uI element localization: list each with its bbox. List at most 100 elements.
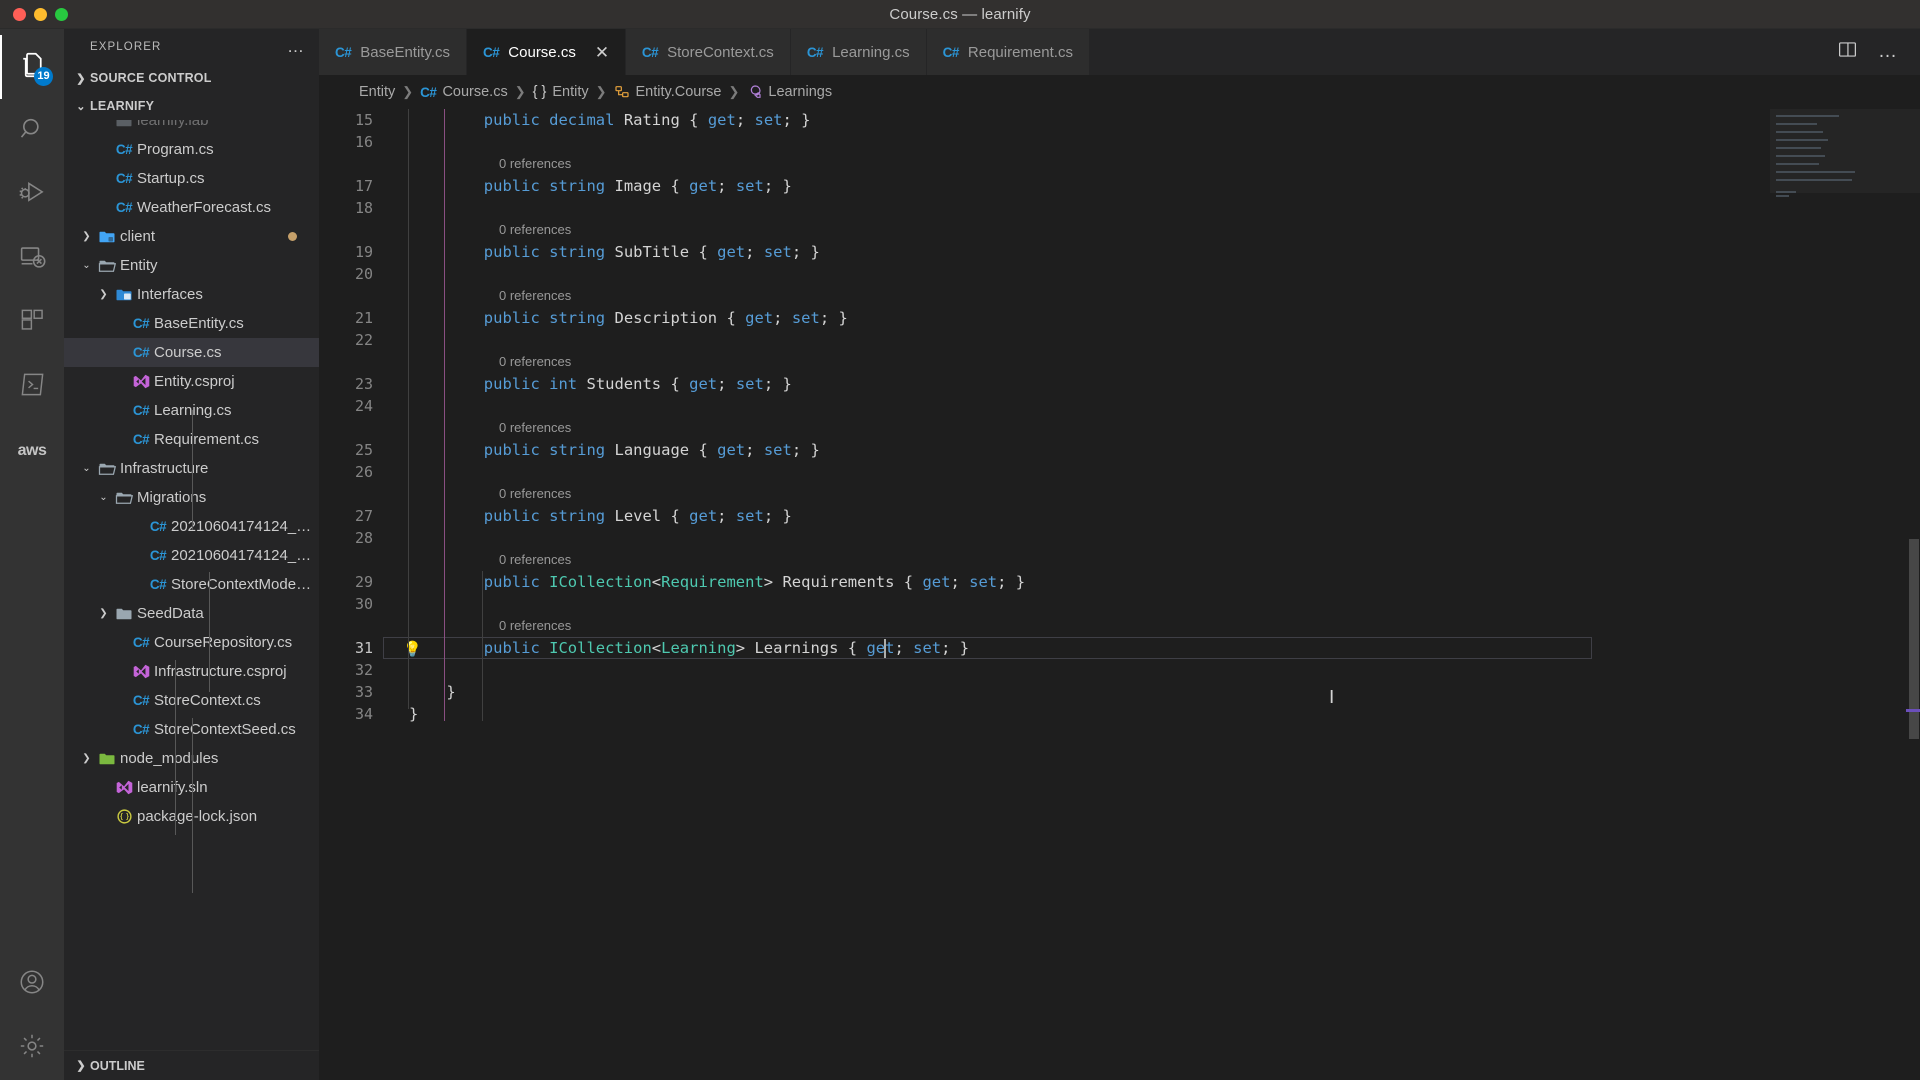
activity-item-run-and-debug[interactable] xyxy=(0,163,64,227)
code-line[interactable]: 27 public string Level { get; set; } xyxy=(319,505,1770,527)
bracket-pair-guide xyxy=(444,109,446,721)
code-line[interactable]: 31 💡 public ICollection<Learning> Learning… xyxy=(319,637,1770,659)
code-line[interactable]: 18 xyxy=(319,197,1770,219)
minimap[interactable] xyxy=(1770,109,1920,1080)
editor-tab-label: Learning.cs xyxy=(832,43,910,61)
chevron-down-icon[interactable]: ⌄ xyxy=(79,463,94,474)
editor-tab[interactable]: C# BaseEntity.cs xyxy=(319,29,468,75)
close-icon[interactable]: ✕ xyxy=(595,44,609,61)
activity-item-extensions[interactable] xyxy=(0,291,64,355)
close-window-button[interactable] xyxy=(13,7,26,21)
quick-fix-lightbulb-icon[interactable]: 💡 xyxy=(403,638,422,660)
codelens-references[interactable]: 0 references xyxy=(499,615,571,637)
tree-item-label: learnify.sln xyxy=(137,779,208,796)
breadcrumb-item[interactable]: Learnings xyxy=(746,84,832,100)
chevron-down-icon[interactable]: ⌄ xyxy=(79,260,94,271)
code-line[interactable]: 22 xyxy=(319,329,1770,351)
codelens-references[interactable]: 0 references xyxy=(499,483,571,505)
code-line[interactable]: 24 xyxy=(319,395,1770,417)
code-line[interactable]: 20 xyxy=(319,263,1770,285)
code-token: > xyxy=(763,573,783,591)
sidebar-section-learnify[interactable]: ⌄ LEARNIFY xyxy=(64,92,319,120)
code-line[interactable]: 32 xyxy=(319,659,1770,681)
codelens-references[interactable]: 0 references xyxy=(499,417,571,439)
chevron-down-icon[interactable]: ⌄ xyxy=(96,492,111,503)
code-line[interactable]: 28 xyxy=(319,527,1770,549)
sidebar-section-outline[interactable]: ❯ OUTLINE xyxy=(64,1050,319,1080)
ellipsis-icon[interactable]: … xyxy=(1878,42,1898,61)
breadcrumb-item[interactable]: C# Course.cs xyxy=(420,84,508,100)
tree-file-row[interactable]: C# Program.cs xyxy=(64,135,319,164)
editor-tab[interactable]: C# StoreContext.cs xyxy=(625,29,791,75)
split-editor-icon[interactable] xyxy=(1837,39,1858,65)
tree-file-row[interactable]: Infrastructure.csproj xyxy=(64,657,319,686)
tree-file-row[interactable]: C# CourseRepository.cs xyxy=(64,628,319,657)
line-number: 32 xyxy=(354,661,373,679)
activity-item-terminal[interactable] xyxy=(0,355,64,419)
tree-file-row[interactable]: C# Startup.cs xyxy=(64,164,319,193)
code-line[interactable]: 21 public string Description { get; set; … xyxy=(319,307,1770,329)
code-line[interactable]: 33} xyxy=(319,681,1770,703)
overview-ruler-mark xyxy=(1906,709,1920,712)
activity-item-aws-toolkit[interactable]: aws xyxy=(0,419,64,483)
tree-file-row[interactable]: C# StoreContext.cs xyxy=(64,686,319,715)
file-tree[interactable]: learnify.lab C# Program.cs C# Startup.cs C# We… xyxy=(64,120,319,1050)
maximize-window-button[interactable] xyxy=(55,7,68,21)
tree-file-row[interactable]: C# StoreContextMode… xyxy=(64,570,319,599)
breadcrumb-item[interactable]: Entity xyxy=(359,84,395,100)
code-line[interactable]: 15 public decimal Rating { get; set; } xyxy=(319,109,1770,131)
chevron-right-icon[interactable]: ❯ xyxy=(79,753,94,764)
code-line[interactable]: 26 xyxy=(319,461,1770,483)
codelens-references[interactable]: 0 references xyxy=(499,351,571,373)
tree-file-row[interactable]: C# WeatherForecast.cs xyxy=(64,193,319,222)
code-editor[interactable]: 15 public decimal Rating { get; set; } 16 0… xyxy=(319,109,1770,1080)
tree-folder-row[interactable]: ⌄ Entity xyxy=(64,251,319,280)
tree-folder-row[interactable]: ❯ Interfaces xyxy=(64,280,319,309)
tree-file-row[interactable]: C# 20210604174124_… xyxy=(64,541,319,570)
code-line[interactable]: 25 public string Language { get; set; } xyxy=(319,439,1770,461)
chevron-right-icon[interactable]: ❯ xyxy=(79,231,94,242)
tree-folder-row[interactable]: ❯ client xyxy=(64,222,319,251)
code-line[interactable]: 30 xyxy=(319,593,1770,615)
chevron-right-icon[interactable]: ❯ xyxy=(96,608,111,619)
codelens-references[interactable]: 0 references xyxy=(499,153,571,175)
tree-file-row[interactable]: C# BaseEntity.cs xyxy=(64,309,319,338)
codelens-references[interactable]: 0 references xyxy=(499,285,571,307)
window-controls[interactable] xyxy=(0,7,68,21)
activity-item-explorer[interactable]: 19 xyxy=(0,35,64,99)
code-line[interactable]: 34} xyxy=(319,703,1770,725)
code-line[interactable]: 19 public string SubTitle { get; set; } xyxy=(319,241,1770,263)
breadcrumb-item[interactable]: { } Entity xyxy=(533,84,589,100)
editor-tab[interactable]: C# Course.cs ✕ xyxy=(467,29,626,75)
tree-file-row[interactable]: learnify.lab xyxy=(64,120,319,135)
explorer-more-actions-button[interactable]: … xyxy=(287,38,305,55)
editor-actions[interactable]: … xyxy=(1837,29,1920,75)
tree-folder-row[interactable]: ❯ SeedData xyxy=(64,599,319,628)
code-line[interactable]: 29 public ICollection<Requirement> Requir… xyxy=(319,571,1770,593)
code-line[interactable]: 23 public int Students { get; set; } xyxy=(319,373,1770,395)
code-line[interactable]: 16 xyxy=(319,131,1770,153)
editor-scrollbar[interactable] xyxy=(1906,109,1920,1080)
editor-tab[interactable]: C# Learning.cs xyxy=(790,29,927,75)
breadcrumb[interactable]: Entity ❯ C# Course.cs ❯ { } Entity ❯ Entity.Cour… xyxy=(319,75,1920,109)
code-token: public xyxy=(483,375,540,393)
code-token: ICollection xyxy=(549,639,652,657)
tree-file-row[interactable]: C# Course.cs xyxy=(64,338,319,367)
minimize-window-button[interactable] xyxy=(34,7,47,21)
chevron-right-icon[interactable]: ❯ xyxy=(96,289,111,300)
sidebar-section-source-control[interactable]: ❯ SOURCE CONTROL xyxy=(64,64,319,92)
breadcrumb-item[interactable]: Entity.Course xyxy=(614,84,721,100)
editor-tab[interactable]: C# Requirement.cs xyxy=(926,29,1090,75)
code-token: public xyxy=(483,111,540,129)
activity-item-accounts[interactable] xyxy=(0,952,64,1016)
codelens-references[interactable]: 0 references xyxy=(499,549,571,571)
json-icon xyxy=(111,808,137,825)
editor-tab-bar[interactable]: C# BaseEntity.cs C# Course.cs ✕ C# StoreContex… xyxy=(319,29,1920,75)
tree-file-row[interactable]: Entity.csproj xyxy=(64,367,319,396)
activity-item-remote-explorer[interactable] xyxy=(0,227,64,291)
activity-item-search[interactable] xyxy=(0,99,64,163)
codelens-references[interactable]: 0 references xyxy=(499,219,571,241)
code-line[interactable]: 17 public string Image { get; set; } xyxy=(319,175,1770,197)
code-line-text: public string Image { get; set; } xyxy=(484,175,792,197)
activity-item-settings[interactable] xyxy=(0,1016,64,1080)
